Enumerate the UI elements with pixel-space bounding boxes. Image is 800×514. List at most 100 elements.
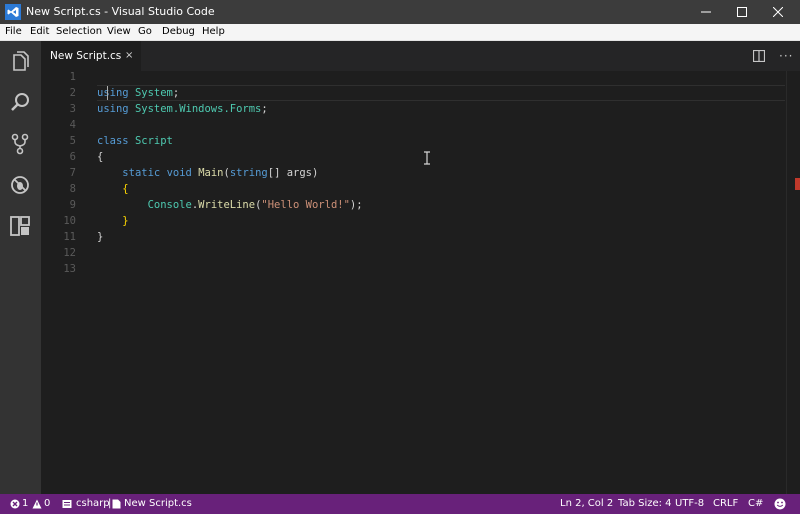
language-mode[interactable]: C# bbox=[748, 498, 763, 509]
code-line[interactable]: 6{ bbox=[41, 149, 785, 165]
error-overview-marker bbox=[795, 178, 800, 190]
menu-debug[interactable]: Debug bbox=[162, 26, 195, 37]
code-line[interactable]: 10 } bbox=[41, 213, 785, 229]
line-number: 3 bbox=[69, 103, 76, 115]
line-number: 11 bbox=[63, 231, 76, 243]
text-cursor bbox=[107, 86, 108, 100]
code-line[interactable]: 8 { bbox=[41, 181, 785, 197]
code-token: [] args) bbox=[267, 167, 319, 179]
search-icon[interactable] bbox=[8, 91, 32, 115]
code-line[interactable]: 11} bbox=[41, 229, 785, 245]
code-token: System.Windows.Forms bbox=[134, 103, 262, 115]
tab-label: New Script.cs bbox=[50, 50, 122, 62]
ibeam-cursor-icon bbox=[424, 151, 430, 165]
code-token: ); bbox=[349, 199, 363, 211]
line-number: 10 bbox=[63, 215, 76, 227]
menu-view[interactable]: View bbox=[107, 26, 131, 37]
code-line[interactable]: 2 using System; bbox=[41, 85, 785, 101]
close-icon bbox=[773, 7, 783, 17]
code-token: Script bbox=[134, 135, 173, 147]
window-title: New Script.cs - Visual Studio Code bbox=[26, 5, 215, 18]
code-token: string bbox=[229, 167, 268, 179]
status-bar: 1 0 csharp | New Script.cs Ln 2, Col 2 T… bbox=[0, 494, 800, 514]
line-number: 7 bbox=[69, 167, 76, 179]
activity-bar bbox=[0, 41, 41, 494]
line-number: 6 bbox=[69, 151, 76, 163]
project-icon bbox=[62, 500, 72, 508]
code-token: Console bbox=[147, 199, 192, 211]
code-token: { bbox=[122, 183, 129, 195]
error-icon bbox=[10, 499, 20, 509]
line-number: 9 bbox=[69, 199, 76, 211]
code-text: } bbox=[97, 213, 128, 229]
code-token: WriteLine bbox=[198, 199, 256, 211]
status-file[interactable]: New Script.cs bbox=[124, 498, 192, 509]
code-line[interactable]: 13 bbox=[41, 261, 785, 277]
encoding[interactable]: UTF-8 bbox=[675, 498, 704, 509]
code-token: static bbox=[122, 167, 161, 179]
maximize-icon bbox=[737, 7, 747, 17]
code-editor[interactable]: 1 2 using System; 3 using System.Windows.For… bbox=[41, 71, 800, 494]
project-label[interactable]: csharp bbox=[76, 498, 110, 509]
title-bar: New Script.cs - Visual Studio Code bbox=[0, 0, 800, 24]
line-number: 4 bbox=[69, 119, 76, 131]
warning-icon bbox=[32, 499, 42, 509]
vscode-logo-icon bbox=[5, 4, 21, 20]
code-token: System bbox=[134, 87, 173, 99]
code-token: } bbox=[97, 231, 104, 243]
code-line[interactable]: 4 bbox=[41, 117, 785, 133]
minimize-button[interactable] bbox=[688, 0, 724, 24]
cursor-position[interactable]: Ln 2, Col 2 bbox=[560, 498, 613, 509]
feedback-smiley-icon[interactable] bbox=[774, 498, 786, 510]
line-number: 8 bbox=[69, 183, 76, 195]
code-token: class bbox=[97, 135, 129, 147]
menu-bar: File Edit Selection View Go Debug Help bbox=[0, 24, 800, 41]
code-token: using bbox=[97, 103, 129, 115]
vertical-scrollbar[interactable] bbox=[786, 71, 800, 494]
code-text: using System; bbox=[97, 85, 179, 101]
code-text: { bbox=[97, 149, 103, 165]
warning-count[interactable]: 0 bbox=[44, 498, 50, 509]
tab-size[interactable]: Tab Size: 4 bbox=[618, 498, 672, 509]
code-token: "Hello World!" bbox=[261, 199, 350, 211]
error-count[interactable]: 1 bbox=[22, 498, 28, 509]
tab-new-script[interactable]: New Script.cs × bbox=[41, 41, 141, 71]
code-token: { bbox=[97, 151, 104, 163]
maximize-button[interactable] bbox=[724, 0, 760, 24]
menu-edit[interactable]: Edit bbox=[30, 26, 49, 37]
explorer-icon[interactable] bbox=[8, 50, 32, 74]
more-actions-icon[interactable]: ··· bbox=[779, 49, 793, 63]
tab-close-icon[interactable]: × bbox=[125, 50, 133, 61]
extensions-icon[interactable] bbox=[8, 214, 32, 238]
code-token: Main bbox=[198, 167, 224, 179]
code-line[interactable]: 3 using System.Windows.Forms; bbox=[41, 101, 785, 117]
git-icon[interactable] bbox=[8, 132, 32, 156]
code-text: static void Main(string[] args) bbox=[97, 165, 318, 181]
code-text: using System.Windows.Forms; bbox=[97, 101, 268, 117]
line-number: 12 bbox=[63, 247, 76, 259]
code-line[interactable]: 12 bbox=[41, 245, 785, 261]
menu-go[interactable]: Go bbox=[138, 26, 152, 37]
code-token: ; bbox=[172, 87, 180, 99]
code-line[interactable]: 5 class Script bbox=[41, 133, 785, 149]
menu-file[interactable]: File bbox=[5, 26, 22, 37]
split-editor-icon[interactable] bbox=[753, 50, 765, 62]
file-icon bbox=[112, 499, 121, 509]
code-line[interactable]: 9 Console.WriteLine("Hello World!"); bbox=[41, 197, 785, 213]
minimize-icon bbox=[701, 11, 711, 13]
debug-icon[interactable] bbox=[8, 173, 32, 197]
menu-selection[interactable]: Selection bbox=[56, 26, 102, 37]
line-number: 1 bbox=[69, 71, 76, 83]
close-window-button[interactable] bbox=[760, 0, 796, 24]
line-ending[interactable]: CRLF bbox=[713, 498, 738, 509]
menu-help[interactable]: Help bbox=[202, 26, 225, 37]
line-number: 5 bbox=[69, 135, 76, 147]
code-line[interactable]: 7 static void Main(string[] args) bbox=[41, 165, 785, 181]
code-line[interactable]: 1 bbox=[41, 69, 785, 85]
code-text: class Script bbox=[97, 133, 173, 149]
code-token: void bbox=[166, 167, 192, 179]
